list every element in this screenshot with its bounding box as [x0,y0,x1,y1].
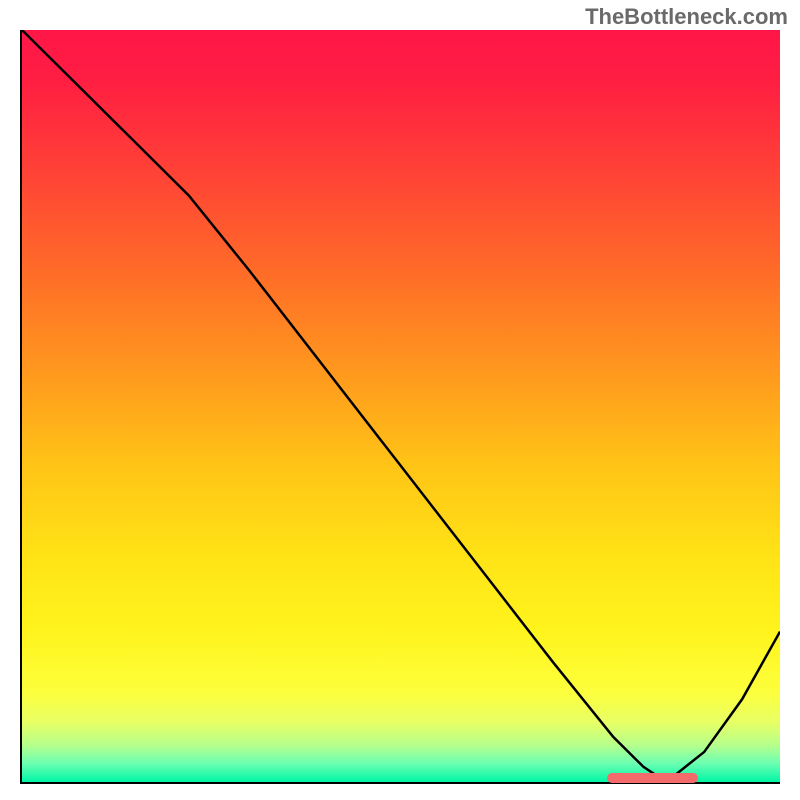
optimal-range-marker [607,773,698,783]
line-chart-svg [22,30,780,782]
watermark-text: TheBottleneck.com [585,4,788,30]
bottleneck-curve-line [22,30,780,782]
chart-plot-area [20,30,780,784]
